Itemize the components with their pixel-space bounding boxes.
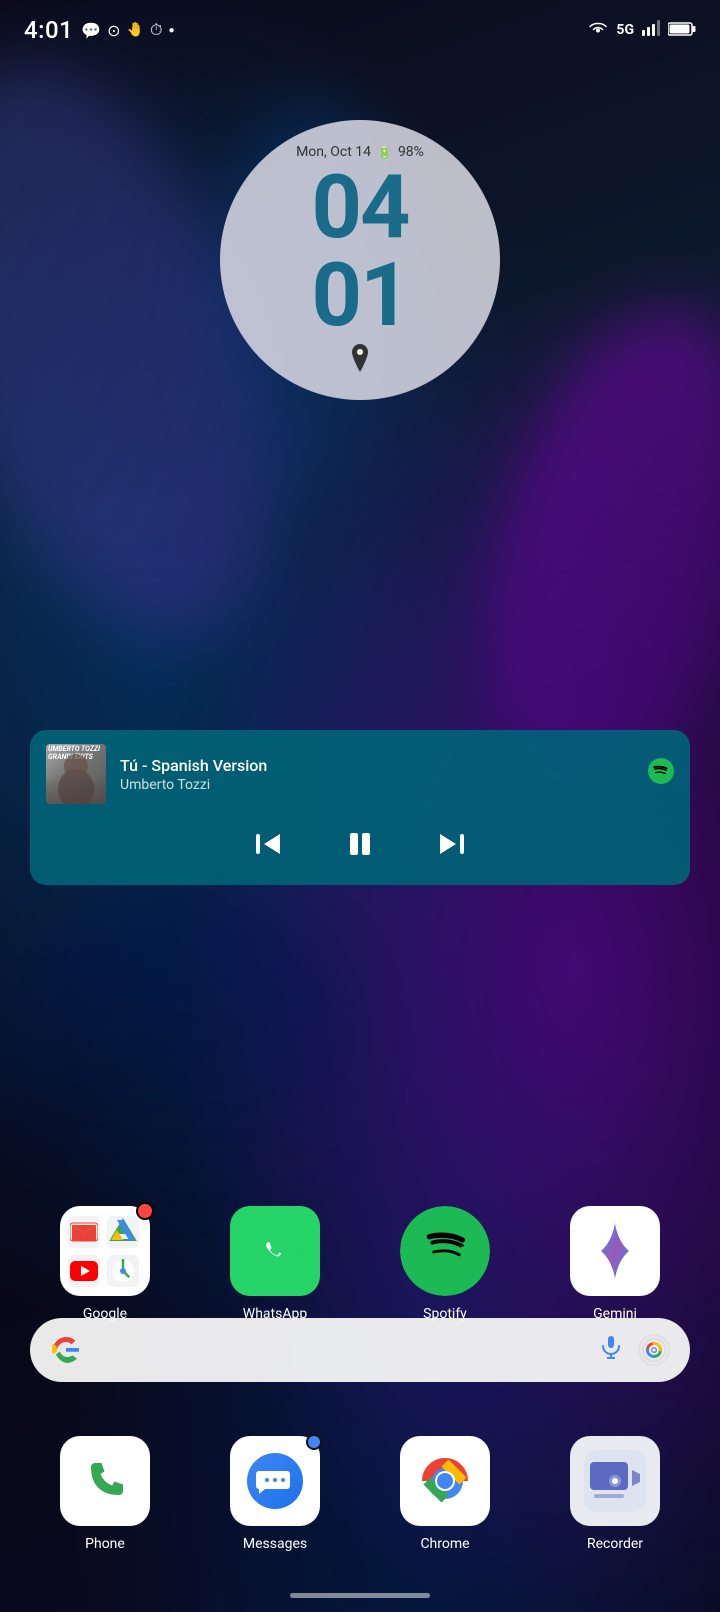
google-lens-icon[interactable] bbox=[638, 1334, 670, 1366]
clock-hours: 04 bbox=[312, 164, 409, 252]
phone-app-label: Phone bbox=[85, 1536, 125, 1552]
camera-ring-icon: ⊙ bbox=[107, 21, 120, 40]
music-info-row: UMBERTO TOZZI GRANDI EXITS Tú - Spanish … bbox=[30, 730, 690, 818]
clock-widget: Mon, Oct 14 🔋 98% 04 01 bbox=[220, 120, 500, 400]
app-grid: Google WhatsApp Spotify bbox=[0, 1206, 720, 1322]
recorder-app-label: Recorder bbox=[587, 1536, 643, 1552]
music-artist: Umberto Tozzi bbox=[120, 777, 634, 793]
music-widget: UMBERTO TOZZI GRANDI EXITS Tú - Spanish … bbox=[30, 730, 690, 885]
spotify-icon bbox=[400, 1206, 490, 1296]
notification-badge-google bbox=[136, 1202, 154, 1220]
dot-icon: ● bbox=[169, 25, 175, 36]
status-time: 4:01 bbox=[24, 16, 73, 44]
hand-icon: 🤚 bbox=[127, 22, 144, 38]
whatsapp-icon bbox=[230, 1206, 320, 1296]
5g-icon: 5G bbox=[616, 22, 634, 38]
gemini-app-label: Gemini bbox=[593, 1306, 637, 1322]
wifi-icon bbox=[588, 20, 608, 40]
message-icon: 💬 bbox=[81, 21, 101, 40]
recorder-icon bbox=[570, 1436, 660, 1526]
next-button[interactable] bbox=[436, 828, 468, 867]
google-folder-icon bbox=[60, 1206, 150, 1296]
chrome-app[interactable]: Chrome bbox=[370, 1436, 520, 1552]
prev-button[interactable] bbox=[252, 828, 284, 867]
phone-app[interactable]: Phone bbox=[30, 1436, 180, 1552]
clock-minutes: 01 bbox=[312, 252, 409, 340]
home-indicator[interactable] bbox=[290, 1593, 430, 1598]
google-app-label: Google bbox=[83, 1306, 127, 1322]
status-bar: 4:01 💬 ⊙ 🤚 ⏱ ● 5G bbox=[0, 0, 720, 60]
messages-app[interactable]: Messages bbox=[200, 1436, 350, 1552]
recorder-app[interactable]: Recorder bbox=[540, 1436, 690, 1552]
status-right: 5G bbox=[588, 20, 696, 40]
status-left: 4:01 💬 ⊙ 🤚 ⏱ ● bbox=[24, 16, 175, 44]
spotify-app-label: Spotify bbox=[423, 1306, 467, 1322]
spotify-badge-icon bbox=[648, 758, 674, 790]
gemini-icon bbox=[570, 1206, 660, 1296]
google-logo bbox=[50, 1334, 82, 1366]
chrome-app-label: Chrome bbox=[420, 1536, 469, 1552]
spotify-app[interactable]: Spotify bbox=[370, 1206, 520, 1322]
battery-icon bbox=[668, 21, 696, 40]
microphone-icon[interactable] bbox=[598, 1334, 624, 1366]
music-title: Tú - Spanish Version bbox=[120, 756, 634, 775]
status-icons: 💬 ⊙ 🤚 ⏱ ● bbox=[81, 20, 174, 40]
signal-icon bbox=[642, 20, 660, 40]
clock-location-pin bbox=[348, 344, 372, 377]
gemini-app[interactable]: Gemini bbox=[540, 1206, 690, 1322]
whatsapp-app-label: WhatsApp bbox=[243, 1306, 307, 1322]
timer-icon: ⏱ bbox=[150, 20, 162, 40]
messages-app-label: Messages bbox=[243, 1536, 307, 1552]
phone-icon bbox=[60, 1436, 150, 1526]
bottom-dock: Phone Messages bbox=[0, 1436, 720, 1552]
music-album-art: UMBERTO TOZZI GRANDI EXITS bbox=[46, 744, 106, 804]
google-folder-app[interactable]: Google bbox=[30, 1206, 180, 1322]
search-bar[interactable] bbox=[30, 1318, 690, 1382]
music-controls bbox=[30, 818, 690, 885]
music-text: Tú - Spanish Version Umberto Tozzi bbox=[120, 756, 634, 793]
messages-badge bbox=[306, 1434, 322, 1450]
messages-icon bbox=[230, 1436, 320, 1526]
pause-button[interactable] bbox=[344, 828, 376, 867]
whatsapp-app[interactable]: WhatsApp bbox=[200, 1206, 350, 1322]
chrome-icon bbox=[400, 1436, 490, 1526]
